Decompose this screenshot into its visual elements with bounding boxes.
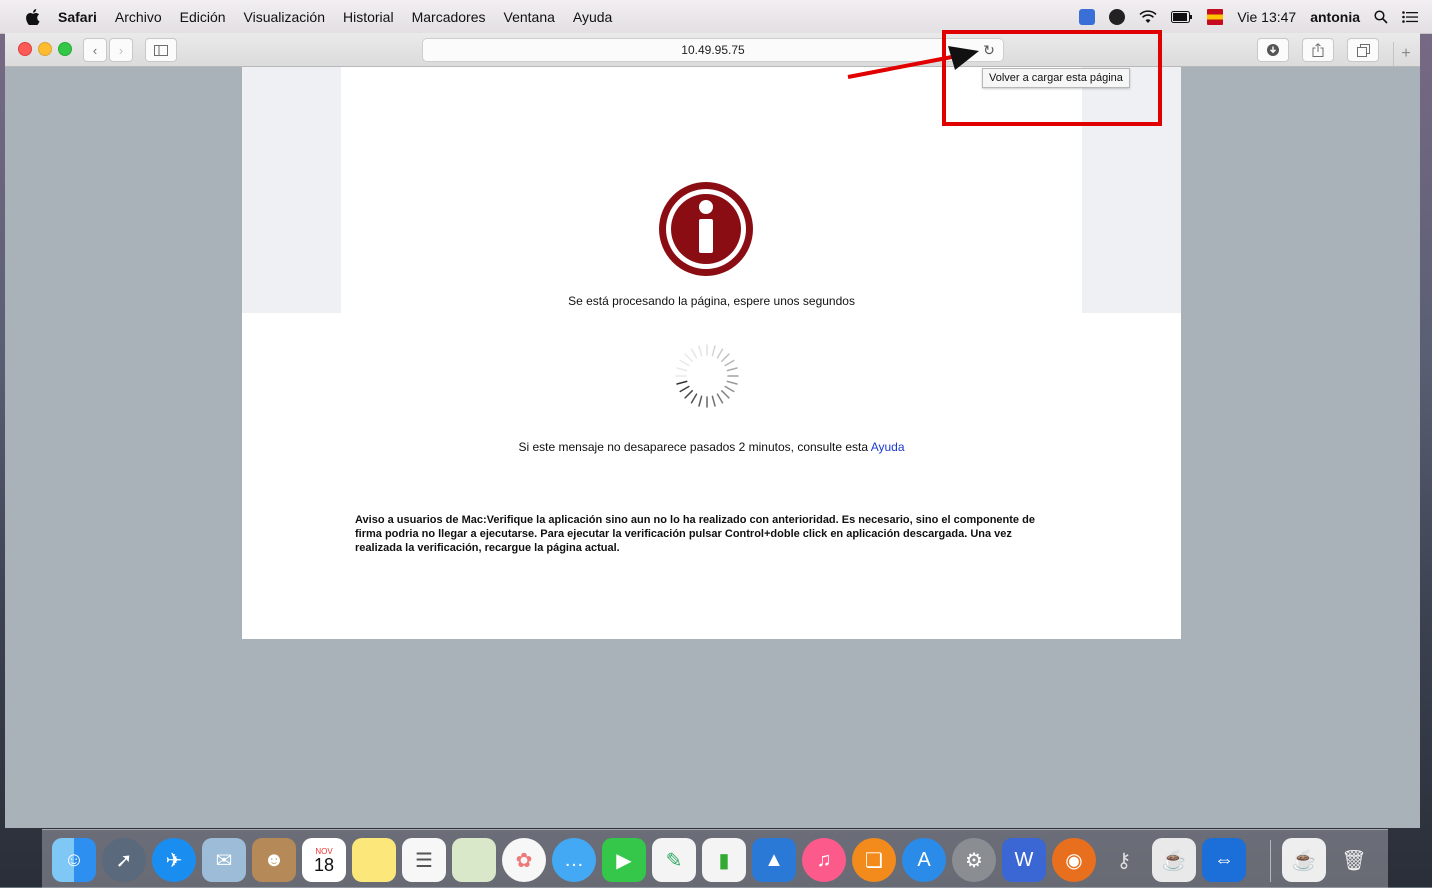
maps-icon[interactable]	[452, 838, 496, 882]
menu-visualizacion[interactable]: Visualización	[244, 9, 325, 25]
menu-ayuda[interactable]: Ayuda	[573, 9, 612, 25]
processing-message: Se está procesando la página, espere uno…	[568, 294, 855, 308]
chevron-right-icon: ›	[118, 42, 124, 58]
keyboard-flag-icon[interactable]	[1207, 8, 1224, 25]
firefox-icon[interactable]: ◉	[1052, 838, 1096, 882]
menu-ventana[interactable]: Ventana	[504, 9, 555, 25]
help-link[interactable]: Ayuda	[871, 440, 905, 454]
wifi-icon[interactable]	[1139, 9, 1157, 24]
facetime-icon[interactable]: ▶	[602, 838, 646, 882]
teamviewer-icon[interactable]: ⇔	[1202, 838, 1246, 882]
finder-icon[interactable]: ☺	[52, 838, 96, 882]
back-button[interactable]: ‹	[83, 38, 107, 62]
web-page-content: Se está procesando la página, espere uno…	[242, 67, 1181, 639]
menu-historial[interactable]: Historial	[343, 9, 394, 25]
word-icon[interactable]: W	[1002, 838, 1046, 882]
trash-icon[interactable]: 🗑	[1332, 838, 1376, 882]
menu-bar: Safari Archivo Edición Visualización His…	[0, 0, 1432, 34]
battery-icon[interactable]	[1171, 10, 1193, 23]
annotation-arrow-icon	[847, 46, 979, 79]
url-text: 10.49.95.75	[681, 43, 745, 57]
help-message-text: Si este mensaje no desaparece pasados 2 …	[518, 440, 869, 454]
status-app-icon[interactable]	[1079, 8, 1096, 25]
forward-button[interactable]: ›	[109, 38, 133, 62]
mac-users-notice: Aviso a usuarios de Mac:Verifique la apl…	[355, 514, 1035, 554]
jnlp-file-icon[interactable]: ☕	[1282, 838, 1326, 882]
keychain-access-icon[interactable]: ⚷	[1102, 838, 1146, 882]
dock-separator	[1270, 840, 1271, 882]
chevron-left-icon: ‹	[92, 42, 98, 58]
calendar-day: 18	[313, 854, 335, 875]
close-window-button[interactable]	[18, 42, 32, 56]
safari-window: ‹ › 10.49.95.75 ↻ + Se está procesando l…	[5, 33, 1420, 828]
tabs-overview-button[interactable]	[1347, 38, 1379, 62]
reminders-icon[interactable]: ☰	[402, 838, 446, 882]
safari-icon[interactable]: ✈	[152, 838, 196, 882]
zoom-window-button[interactable]	[58, 42, 72, 56]
menu-app-name[interactable]: Safari	[58, 9, 97, 25]
status-extra-icon[interactable]	[1109, 8, 1126, 25]
share-icon	[1312, 43, 1324, 57]
sidebar-button[interactable]	[145, 38, 177, 62]
calendar-icon[interactable]: NOV 18	[302, 838, 346, 882]
ibooks-icon[interactable]: ❏	[852, 838, 896, 882]
menu-edicion[interactable]: Edición	[180, 9, 226, 25]
itunes-icon[interactable]: ♫	[802, 838, 846, 882]
menu-marcadores[interactable]: Marcadores	[412, 9, 486, 25]
messages-icon[interactable]: …	[552, 838, 596, 882]
photos-icon[interactable]: ✿	[502, 838, 546, 882]
apple-icon[interactable]	[26, 8, 40, 25]
plus-icon: +	[1401, 45, 1411, 62]
download-icon	[1267, 44, 1279, 56]
downloads-button[interactable]	[1257, 38, 1289, 62]
notification-center-icon[interactable]	[1402, 10, 1418, 23]
info-icon	[659, 182, 753, 276]
launchpad-icon[interactable]: ➚	[102, 838, 146, 882]
menu-archivo[interactable]: Archivo	[115, 9, 162, 25]
tabs-icon	[1356, 43, 1370, 57]
share-button[interactable]	[1302, 38, 1334, 62]
menubar-user[interactable]: antonia	[1310, 9, 1360, 25]
loading-spinner-icon	[675, 344, 739, 408]
pages-icon[interactable]: ✎	[652, 838, 696, 882]
dock: ☺ ➚ ✈ ✉ ☻ NOV 18 ☰ ✿ … ▶ ✎ ▮ ▲ ♫ ❏ A ⚙ W…	[42, 829, 1388, 888]
help-message: Si este mensaje no desaparece pasados 2 …	[242, 440, 1181, 454]
safari-toolbar: ‹ › 10.49.95.75 ↻ +	[5, 33, 1420, 67]
minimize-window-button[interactable]	[38, 42, 52, 56]
system-preferences-icon[interactable]: ⚙	[952, 838, 996, 882]
numbers-icon[interactable]: ▮	[702, 838, 746, 882]
java-icon[interactable]: ☕	[1152, 838, 1196, 882]
page-left-gutter	[242, 67, 341, 313]
spotlight-search-icon[interactable]	[1374, 9, 1388, 24]
sidebar-icon	[154, 44, 168, 56]
mail-icon[interactable]: ✉	[202, 838, 246, 882]
notes-icon[interactable]	[352, 838, 396, 882]
menubar-clock[interactable]: Vie 13:47	[1237, 9, 1296, 25]
new-tab-button[interactable]: +	[1393, 42, 1418, 66]
app-store-icon[interactable]: A	[902, 838, 946, 882]
contacts-icon[interactable]: ☻	[252, 838, 296, 882]
keynote-icon[interactable]: ▲	[752, 838, 796, 882]
